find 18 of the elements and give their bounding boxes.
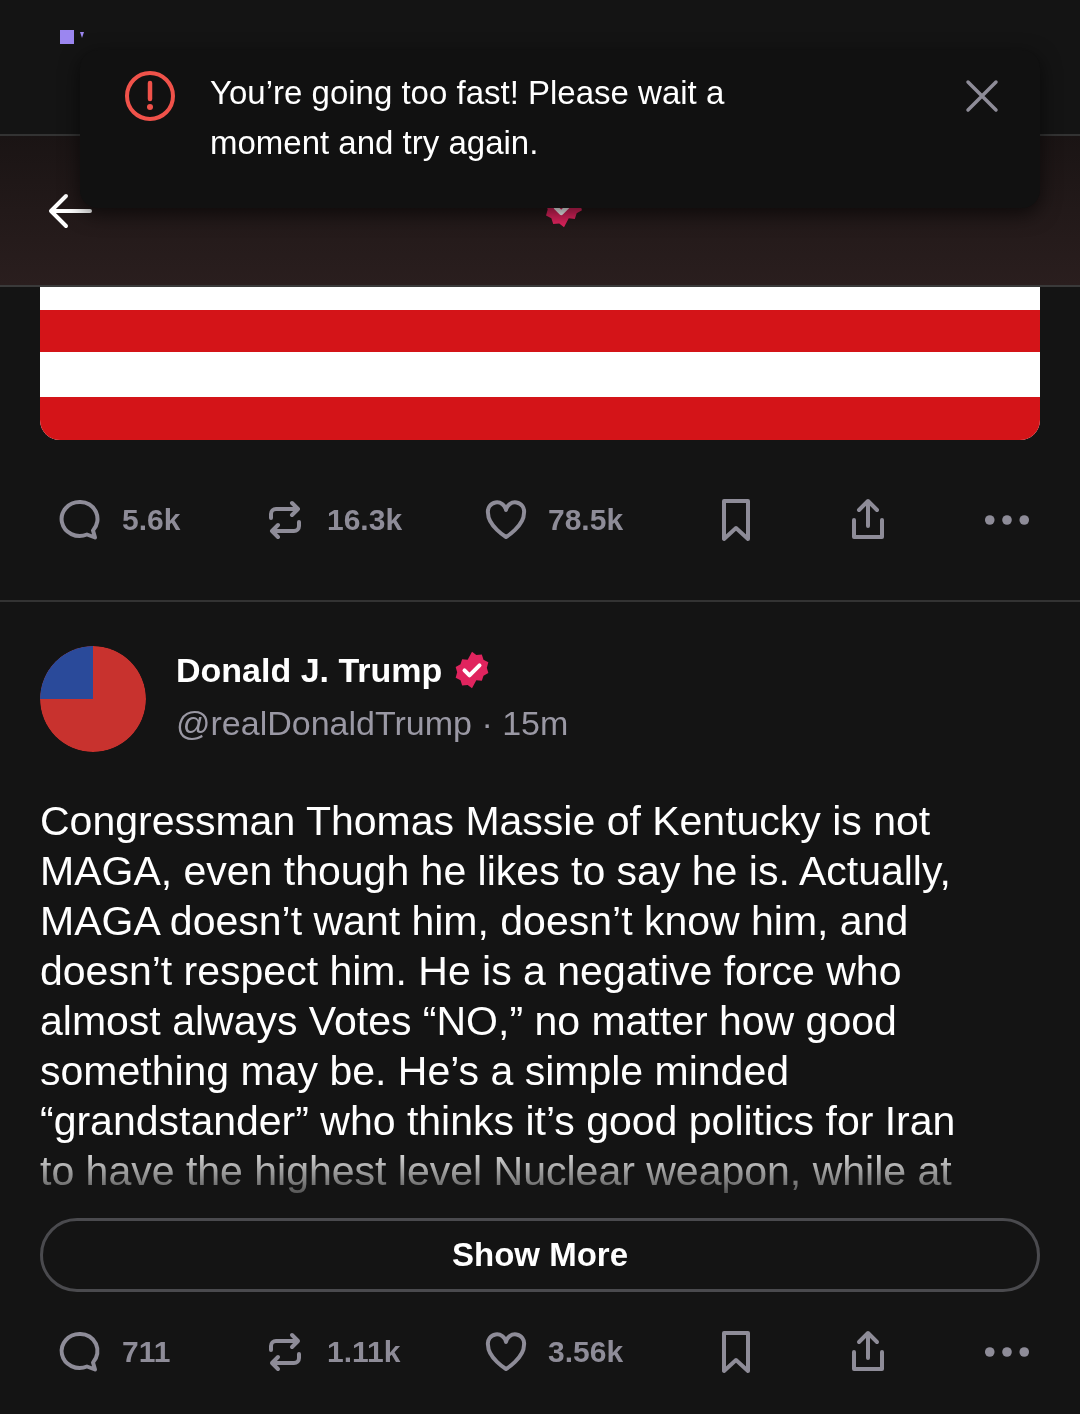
author-handle: @realDonaldTrump · 15m	[176, 704, 569, 743]
repost-button[interactable]: 1.11k	[261, 1328, 482, 1376]
close-icon[interactable]	[964, 78, 1000, 114]
notification-icon	[60, 30, 86, 44]
more-icon[interactable]	[984, 514, 1030, 526]
like-button[interactable]: 3.56k	[482, 1328, 712, 1376]
more-icon[interactable]	[984, 1346, 1030, 1358]
reply-button[interactable]: 5.6k	[56, 496, 261, 544]
post-text: Congressman Thomas Massie of Kentucky is not MAGA, even though he likes to say he is. Actually, MAGA doesn’t want him, doesn’t know him, and doesn’t respect him. He is a negative force who almost always Votes “NO,” no matter how good something may be. He’s a simple minded “grandstander” who thinks it’s good politics for Iran to have the highest level Nuclear weapon, while at	[39, 797, 957, 1196]
reply-button[interactable]: 711	[56, 1328, 261, 1376]
back-arrow-icon[interactable]	[48, 192, 92, 229]
warning-icon	[124, 70, 176, 122]
avatar[interactable]	[40, 646, 146, 752]
like-button[interactable]: 78.5k	[482, 496, 712, 544]
show-more-button[interactable]: Show More	[40, 1218, 1040, 1292]
toast-message: You’re going too fast! Please wait a moment and try again.	[210, 73, 726, 163]
author-name[interactable]: Donald J. Trump	[176, 650, 443, 690]
repost-button[interactable]: 16.3k	[261, 496, 482, 544]
